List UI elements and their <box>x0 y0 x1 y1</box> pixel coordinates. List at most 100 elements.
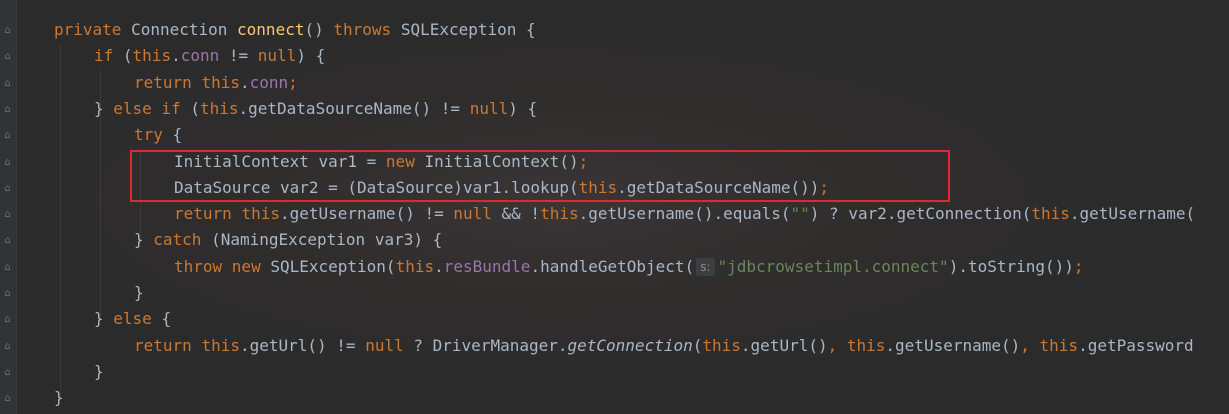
fold-icon[interactable]: ⌂ <box>3 25 12 36</box>
code-token: "" <box>790 204 810 224</box>
code-token: this <box>1039 335 1079 355</box>
code-token: && ! <box>501 204 541 224</box>
code-token: this <box>846 335 886 355</box>
fold-icon[interactable]: ⌂ <box>3 51 12 62</box>
code-token: ).toString()) <box>948 256 1074 276</box>
code-token: this <box>201 335 240 355</box>
code-token: this <box>199 98 239 118</box>
code-line[interactable]: return this.conn; <box>134 70 298 96</box>
code-token: ) { <box>296 46 326 66</box>
code-token: , <box>827 335 847 355</box>
code-token: () <box>304 20 334 39</box>
code-token: .handleGetObject( <box>530 256 695 276</box>
code-token: getConnection <box>567 335 693 355</box>
code-line[interactable]: } else if (this.getDataSourceName() != n… <box>94 96 537 122</box>
code-token: catch <box>153 230 212 250</box>
code-token: } <box>94 98 114 118</box>
code-line[interactable]: } catch (NamingException var3) { <box>134 227 442 253</box>
fold-icon[interactable]: ⌂ <box>3 104 12 115</box>
code-token: ( <box>692 335 703 355</box>
code-token: (NamingException var3) { <box>211 230 443 250</box>
code-token: ; <box>288 72 298 92</box>
code-token: "jdbcrowsetimpl.connect" <box>717 256 949 276</box>
code-line[interactable]: private Connection connect() throws SQLE… <box>54 17 536 43</box>
fold-icon[interactable]: ⌂ <box>3 130 12 141</box>
code-line[interactable]: try { <box>134 122 182 148</box>
code-line[interactable]: } <box>54 385 64 411</box>
code-token: ; <box>1073 256 1084 276</box>
code-line[interactable]: } <box>134 280 144 306</box>
fold-icon[interactable]: ⌂ <box>3 78 12 89</box>
code-token: if <box>94 46 123 66</box>
code-token: } <box>94 361 104 381</box>
code-token: return <box>134 335 202 355</box>
fold-icon[interactable]: ⌂ <box>3 209 12 220</box>
parameter-hint: s: <box>696 257 715 276</box>
code-token: SQLException { <box>400 20 536 39</box>
code-token: this <box>1031 204 1070 224</box>
code-token: this <box>702 335 741 355</box>
code-token: this <box>132 46 172 66</box>
code-token: } <box>94 309 114 329</box>
code-token: throws <box>333 20 401 39</box>
code-token: return <box>134 72 202 92</box>
code-token: null <box>453 204 502 224</box>
fold-icon[interactable]: ⌂ <box>3 367 12 378</box>
code-token: try <box>134 125 173 145</box>
code-token: { <box>172 125 183 145</box>
code-token: } <box>134 230 154 250</box>
code-line[interactable]: } else { <box>94 306 171 332</box>
highlight-annotation-box <box>130 150 950 202</box>
code-token: null <box>257 46 297 66</box>
code-token: } <box>134 283 144 302</box>
fold-icon[interactable]: ⌂ <box>3 288 12 299</box>
code-token: . <box>239 72 250 92</box>
code-token: throw new <box>174 256 271 276</box>
fold-icon[interactable]: ⌂ <box>3 183 12 194</box>
code-token: this <box>540 204 579 224</box>
fold-icon[interactable]: ⌂ <box>3 262 12 273</box>
code-token: ) ? var2.getConnection( <box>809 204 1032 224</box>
code-token: ? DriverManager. <box>413 335 568 355</box>
fold-icon[interactable]: ⌂ <box>3 341 12 352</box>
code-token: .getUsername() != <box>279 204 454 224</box>
code-token: this <box>241 204 280 224</box>
code-line[interactable]: } <box>94 359 104 385</box>
code-token: conn <box>180 46 220 66</box>
code-token: .getUrl() <box>740 335 828 355</box>
code-line[interactable]: throw new SQLException(this.resBundle.ha… <box>174 254 1084 280</box>
indent-guide <box>60 44 61 400</box>
fold-icon[interactable]: ⌂ <box>3 393 12 404</box>
code-token: else <box>113 309 162 329</box>
code-token: resBundle <box>443 256 531 276</box>
code-line[interactable]: return this.getUsername() != null && !th… <box>174 201 1195 227</box>
code-token: .getUsername().equals( <box>578 204 791 224</box>
code-token: .getUrl() != <box>239 335 366 355</box>
code-token: ( <box>122 46 133 66</box>
code-token: .getPassword <box>1078 335 1194 355</box>
code-editor[interactable]: ⌂ ⌂ ⌂ ⌂ ⌂ ⌂ ⌂ ⌂ ⌂ ⌂ ⌂ ⌂ ⌂ ⌂ ⌂ private Connection conne… <box>0 0 1229 414</box>
code-token: Connection <box>131 20 238 39</box>
fold-icon[interactable]: ⌂ <box>3 314 12 325</box>
code-token: . <box>171 46 181 66</box>
code-token: != <box>219 46 258 66</box>
code-token: .getUsername() <box>885 335 1021 355</box>
editor-gutter: ⌂ ⌂ ⌂ ⌂ ⌂ ⌂ ⌂ ⌂ ⌂ ⌂ ⌂ ⌂ ⌂ ⌂ ⌂ <box>0 0 17 414</box>
code-token: this <box>201 72 240 92</box>
code-token: } <box>54 388 64 408</box>
code-token: ) { <box>508 98 538 118</box>
code-line[interactable]: if (this.conn != null) { <box>94 43 325 69</box>
code-token: SQLException( <box>270 256 396 276</box>
code-token: private <box>54 20 132 39</box>
code-token: conn <box>249 72 289 92</box>
code-token: connect <box>237 20 305 39</box>
code-token: return <box>174 204 242 224</box>
fold-icon[interactable]: ⌂ <box>3 235 12 246</box>
code-token: else if <box>113 98 191 118</box>
code-line[interactable]: return this.getUrl() != null ? DriverMan… <box>134 333 1194 359</box>
code-token: , <box>1020 335 1040 355</box>
code-token: { <box>161 309 172 329</box>
fold-icon[interactable]: ⌂ <box>3 157 12 168</box>
code-token: this <box>395 256 435 276</box>
code-token: . <box>434 256 444 276</box>
